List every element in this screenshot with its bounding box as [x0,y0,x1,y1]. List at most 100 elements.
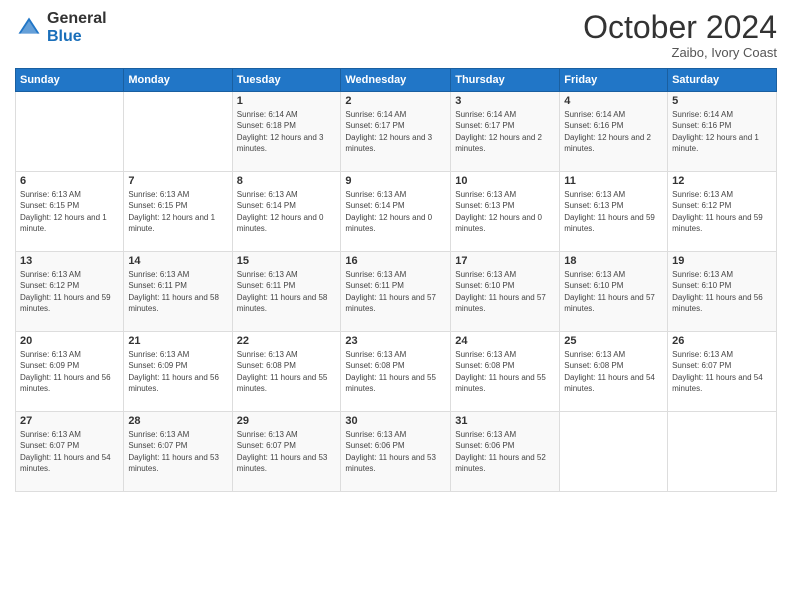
day-info: Sunrise: 6:13 AM Sunset: 6:13 PM Dayligh… [455,189,555,234]
calendar-cell: 13 Sunrise: 6:13 AM Sunset: 6:12 PM Dayli… [16,252,124,332]
calendar-cell: 6Sunrise: 6:13 AM Sunset: 6:15 PM Daylig… [16,172,124,252]
calendar-cell: 7 Sunrise: 6:13 AM Sunset: 6:15 PM Daylig… [124,172,232,252]
calendar-cell: 3 Sunrise: 6:14 AM Sunset: 6:17 PM Daylig… [451,92,560,172]
day-number: 14 [128,255,227,267]
calendar-cell: 19Sunrise: 6:13 AM Sunset: 6:10 PM Dayli… [668,252,777,332]
title-area: October 2024 Zaibo, Ivory Coast [583,10,777,60]
day-info: Sunrise: 6:13 AM Sunset: 6:07 PM Dayligh… [128,429,227,474]
calendar-cell: 12 Sunrise: 6:13 AM Sunset: 6:12 PM Dayli… [668,172,777,252]
location-subtitle: Zaibo, Ivory Coast [583,45,777,60]
weekday-header: Wednesday [341,69,451,92]
calendar: SundayMondayTuesdayWednesdayThursdayFrid… [15,68,777,492]
calendar-cell: 10Sunrise: 6:13 AM Sunset: 6:13 PM Dayli… [451,172,560,252]
day-info: Sunrise: 6:13 AM Sunset: 6:11 PM Dayligh… [128,269,227,314]
day-number: 1 [237,95,337,107]
calendar-cell: 14 Sunrise: 6:13 AM Sunset: 6:11 PM Dayli… [124,252,232,332]
calendar-cell: 18 Sunrise: 6:13 AM Sunset: 6:10 PM Dayli… [560,252,668,332]
day-info: Sunrise: 6:14 AM Sunset: 6:18 PM Dayligh… [237,109,337,154]
calendar-cell: 4 Sunrise: 6:14 AM Sunset: 6:16 PM Daylig… [560,92,668,172]
day-number: 3 [455,95,555,107]
day-number: 23 [345,335,446,347]
logo-text: General Blue [47,10,107,45]
day-info: Sunrise: 6:13 AM Sunset: 6:08 PM Dayligh… [564,349,663,394]
day-number: 24 [455,335,555,347]
day-info: Sunrise: 6:13 AM Sunset: 6:10 PM Dayligh… [672,269,772,314]
calendar-cell [16,92,124,172]
day-info: Sunrise: 6:13 AM Sunset: 6:11 PM Dayligh… [345,269,446,314]
day-info: Sunrise: 6:13 AM Sunset: 6:08 PM Dayligh… [455,349,555,394]
day-number: 8 [237,175,337,187]
calendar-cell: 20Sunrise: 6:13 AM Sunset: 6:09 PM Dayli… [16,332,124,412]
calendar-cell: 2 Sunrise: 6:14 AM Sunset: 6:17 PM Daylig… [341,92,451,172]
day-number: 11 [564,175,663,187]
day-number: 25 [564,335,663,347]
calendar-cell: 5 Sunrise: 6:14 AM Sunset: 6:16 PM Daylig… [668,92,777,172]
weekday-header: Thursday [451,69,560,92]
day-number: 18 [564,255,663,267]
calendar-cell: 29Sunrise: 6:13 AM Sunset: 6:07 PM Dayli… [232,412,341,492]
day-info: Sunrise: 6:13 AM Sunset: 6:10 PM Dayligh… [455,269,555,314]
weekday-header: Friday [560,69,668,92]
calendar-week-row: 27 Sunrise: 6:13 AM Sunset: 6:07 PM Dayli… [16,412,777,492]
day-info: Sunrise: 6:13 AM Sunset: 6:09 PM Dayligh… [128,349,227,394]
calendar-cell: 27 Sunrise: 6:13 AM Sunset: 6:07 PM Dayli… [16,412,124,492]
day-number: 13 [20,255,119,267]
calendar-cell: 25 Sunrise: 6:13 AM Sunset: 6:08 PM Dayli… [560,332,668,412]
day-info: Sunrise: 6:13 AM Sunset: 6:06 PM Dayligh… [455,429,555,474]
day-number: 31 [455,415,555,427]
day-info: Sunrise: 6:13 AM Sunset: 6:13 PM Dayligh… [564,189,663,234]
day-number: 27 [20,415,119,427]
day-info: Sunrise: 6:13 AM Sunset: 6:12 PM Dayligh… [672,189,772,234]
day-info: Sunrise: 6:14 AM Sunset: 6:17 PM Dayligh… [345,109,446,154]
calendar-cell: 31 Sunrise: 6:13 AM Sunset: 6:06 PM Dayli… [451,412,560,492]
calendar-cell: 9Sunrise: 6:13 AM Sunset: 6:14 PM Daylig… [341,172,451,252]
weekday-header-row: SundayMondayTuesdayWednesdayThursdayFrid… [16,69,777,92]
day-info: Sunrise: 6:13 AM Sunset: 6:12 PM Dayligh… [20,269,119,314]
day-info: Sunrise: 6:13 AM Sunset: 6:06 PM Dayligh… [345,429,446,474]
weekday-header: Monday [124,69,232,92]
day-number: 9 [345,175,446,187]
weekday-header: Sunday [16,69,124,92]
day-number: 2 [345,95,446,107]
header: General Blue October 2024 Zaibo, Ivory C… [15,10,777,60]
day-info: Sunrise: 6:14 AM Sunset: 6:17 PM Dayligh… [455,109,555,154]
day-number: 30 [345,415,446,427]
calendar-cell: 21 Sunrise: 6:13 AM Sunset: 6:09 PM Dayli… [124,332,232,412]
day-number: 28 [128,415,227,427]
calendar-cell: 1 Sunrise: 6:14 AM Sunset: 6:18 PM Daylig… [232,92,341,172]
calendar-cell [560,412,668,492]
day-number: 12 [672,175,772,187]
calendar-week-row: 13 Sunrise: 6:13 AM Sunset: 6:12 PM Dayli… [16,252,777,332]
day-number: 22 [237,335,337,347]
calendar-cell: 30 Sunrise: 6:13 AM Sunset: 6:06 PM Dayli… [341,412,451,492]
day-number: 17 [455,255,555,267]
day-info: Sunrise: 6:13 AM Sunset: 6:07 PM Dayligh… [20,429,119,474]
calendar-cell: 26Sunrise: 6:13 AM Sunset: 6:07 PM Dayli… [668,332,777,412]
day-number: 29 [237,415,337,427]
day-info: Sunrise: 6:13 AM Sunset: 6:15 PM Dayligh… [128,189,227,234]
calendar-cell: 8 Sunrise: 6:13 AM Sunset: 6:14 PM Daylig… [232,172,341,252]
day-info: Sunrise: 6:13 AM Sunset: 6:08 PM Dayligh… [345,349,446,394]
day-number: 21 [128,335,227,347]
day-info: Sunrise: 6:14 AM Sunset: 6:16 PM Dayligh… [564,109,663,154]
day-info: Sunrise: 6:13 AM Sunset: 6:15 PM Dayligh… [20,189,119,234]
day-number: 5 [672,95,772,107]
day-number: 16 [345,255,446,267]
calendar-cell: 11 Sunrise: 6:13 AM Sunset: 6:13 PM Dayli… [560,172,668,252]
calendar-cell: 15Sunrise: 6:13 AM Sunset: 6:11 PM Dayli… [232,252,341,332]
day-info: Sunrise: 6:13 AM Sunset: 6:10 PM Dayligh… [564,269,663,314]
day-info: Sunrise: 6:13 AM Sunset: 6:14 PM Dayligh… [237,189,337,234]
calendar-cell: 28 Sunrise: 6:13 AM Sunset: 6:07 PM Dayli… [124,412,232,492]
calendar-week-row: 6Sunrise: 6:13 AM Sunset: 6:15 PM Daylig… [16,172,777,252]
day-info: Sunrise: 6:13 AM Sunset: 6:11 PM Dayligh… [237,269,337,314]
logo-general: General [47,10,107,27]
logo-icon [15,14,43,42]
day-number: 7 [128,175,227,187]
day-info: Sunrise: 6:14 AM Sunset: 6:16 PM Dayligh… [672,109,772,154]
day-number: 4 [564,95,663,107]
day-info: Sunrise: 6:13 AM Sunset: 6:09 PM Dayligh… [20,349,119,394]
weekday-header: Tuesday [232,69,341,92]
logo: General Blue [15,10,107,45]
calendar-week-row: 20Sunrise: 6:13 AM Sunset: 6:09 PM Dayli… [16,332,777,412]
calendar-cell: 16 Sunrise: 6:13 AM Sunset: 6:11 PM Dayli… [341,252,451,332]
